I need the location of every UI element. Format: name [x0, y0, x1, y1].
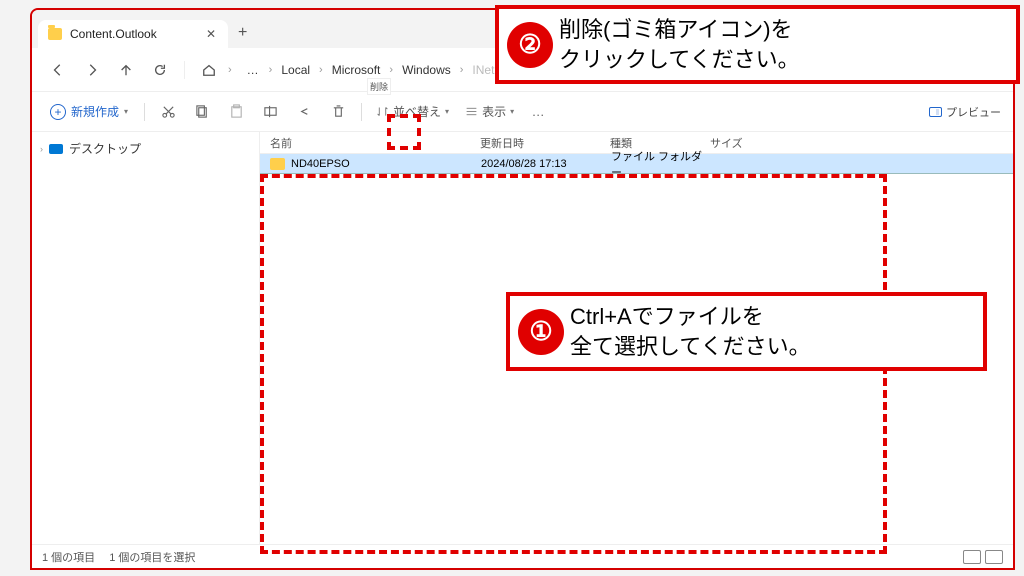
cell-name: ND40EPSO: [291, 158, 481, 170]
preview-label: プレビュー: [946, 104, 1001, 120]
sort-label: 並べ替え: [393, 103, 441, 120]
callout-1: ① Ctrl+Aでファイルを 全て選択してください。: [506, 292, 987, 371]
view-button[interactable]: 表示 ▾: [459, 99, 520, 124]
callout-2: ② 削除(ゴミ箱アイコン)を クリックしてください。: [495, 5, 1020, 84]
col-size[interactable]: サイズ: [710, 135, 780, 151]
chevron-down-icon: ▾: [510, 107, 514, 116]
crumb-windows[interactable]: Windows: [396, 59, 457, 81]
cut-button[interactable]: [153, 97, 183, 127]
rename-button[interactable]: [255, 97, 285, 127]
col-date[interactable]: 更新日時: [480, 135, 610, 151]
copy-button[interactable]: [187, 97, 217, 127]
view-details-icon[interactable]: [985, 550, 1003, 564]
chevron-down-icon: ▾: [445, 107, 449, 116]
delete-tooltip: 削除: [367, 78, 391, 95]
new-button[interactable]: + 新規作成 ▾: [42, 99, 136, 124]
delete-button[interactable]: [323, 97, 353, 127]
chevron-down-icon: ▾: [124, 107, 128, 116]
view-list-icon[interactable]: [963, 550, 981, 564]
new-tab-button[interactable]: +: [228, 18, 257, 48]
status-count: 1 個の項目: [42, 549, 95, 565]
desktop-icon: [49, 144, 63, 154]
cell-date: 2024/08/28 17:13: [481, 158, 611, 170]
toolbar: + 新規作成 ▾ 並べ替え ▾ 表示 ▾ … 削除 プレビュー: [32, 92, 1013, 132]
home-button[interactable]: [193, 54, 225, 86]
share-button[interactable]: [289, 97, 319, 127]
preview-button[interactable]: プレビュー: [929, 104, 1001, 120]
breadcrumb-ellipsis[interactable]: …: [241, 59, 266, 81]
col-name[interactable]: 名前: [270, 135, 480, 151]
tab-title: Content.Outlook: [70, 27, 157, 41]
callout-1-text: Ctrl+Aでファイルを 全て選択してください。: [568, 296, 819, 367]
table-row[interactable]: ND40EPSO 2024/08/28 17:13 ファイル フォルダー: [260, 154, 1013, 174]
tab-content-outlook[interactable]: Content.Outlook ✕: [38, 20, 228, 48]
status-bar: 1 個の項目 1 個の項目を選択: [32, 544, 1013, 568]
refresh-button[interactable]: [144, 54, 176, 86]
view-label: 表示: [482, 103, 506, 120]
nav-desktop[interactable]: › デスクトップ: [34, 136, 257, 161]
folder-icon: [270, 158, 285, 170]
forward-button[interactable]: [76, 54, 108, 86]
folder-icon: [48, 28, 62, 40]
more-button[interactable]: …: [524, 97, 554, 127]
callout-1-number: ①: [518, 309, 564, 355]
cell-type: ファイル フォルダー: [611, 148, 711, 180]
plus-icon: +: [50, 104, 66, 120]
status-selected: 1 個の項目を選択: [109, 549, 195, 565]
navigation-pane: › デスクトップ: [32, 132, 260, 544]
preview-icon: [929, 107, 942, 117]
callout-2-text: 削除(ゴミ箱アイコン)を クリックしてください。: [557, 9, 808, 80]
close-icon[interactable]: ✕: [206, 27, 216, 41]
up-button[interactable]: [110, 54, 142, 86]
callout-2-number: ②: [507, 22, 553, 68]
nav-desktop-label: デスクトップ: [69, 140, 141, 157]
sort-button[interactable]: 並べ替え ▾: [370, 99, 455, 124]
chevron-right-icon: ›: [40, 144, 43, 154]
crumb-local[interactable]: Local: [275, 59, 316, 81]
paste-button[interactable]: [221, 97, 251, 127]
back-button[interactable]: [42, 54, 74, 86]
new-label: 新規作成: [71, 103, 119, 120]
